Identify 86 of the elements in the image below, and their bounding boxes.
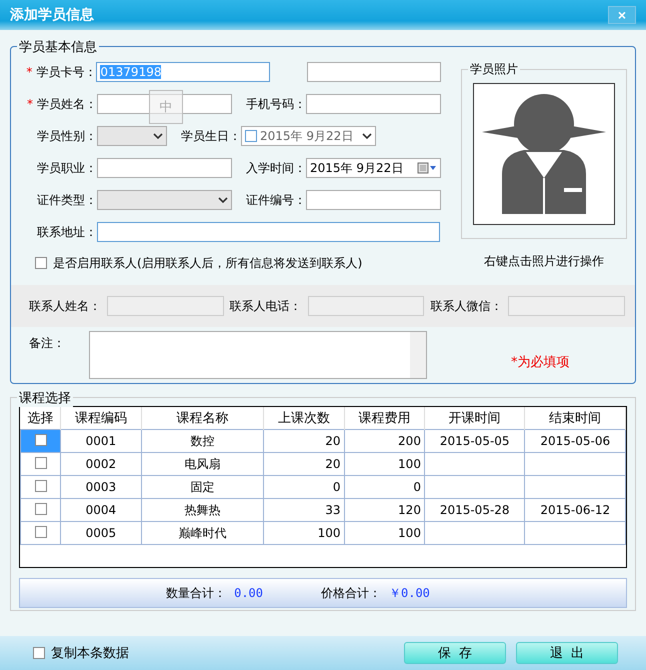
column-header[interactable]: 课程费用 — [344, 407, 424, 430]
field-label: 联系人电话： — [230, 298, 302, 314]
group-title: 课程选择 — [17, 389, 73, 407]
total-value: 0.00 — [234, 586, 263, 600]
select-cell[interactable] — [20, 498, 61, 522]
field-label: 备注： — [29, 335, 66, 352]
caret-icon[interactable] — [362, 132, 372, 140]
field-label: 学员职业： — [37, 160, 97, 174]
checkbox[interactable] — [34, 502, 47, 514]
field-label: 联系人姓名： — [29, 298, 101, 314]
field-label: 证件编号： — [246, 192, 306, 206]
select-cell[interactable] — [20, 430, 61, 452]
table-cell: 数控 — [141, 430, 264, 452]
table-cell: 0003 — [60, 476, 142, 498]
field-label: 学员生日： — [181, 128, 241, 142]
column-header[interactable]: 结束时间 — [524, 407, 626, 430]
checkbox[interactable] — [34, 526, 47, 538]
field-label: 学员性别： — [37, 128, 97, 142]
field-label: 入学时间： — [246, 160, 306, 174]
table-cell: 电风扇 — [141, 452, 264, 476]
window-title: 添加学员信息 — [10, 6, 94, 24]
table-cell: 巅峰时代 — [141, 522, 264, 544]
table-cell: 20 — [264, 430, 344, 452]
checkbox-label: 复制本条数据 — [51, 645, 129, 662]
table-cell: 100 — [264, 522, 344, 544]
table-cell: 33 — [264, 498, 344, 522]
caret-icon[interactable] — [153, 132, 163, 140]
field-label: 学员卡号： — [36, 64, 96, 78]
checkbox[interactable] — [33, 647, 45, 659]
field-label: 学员姓名： — [37, 96, 97, 110]
date-picker[interactable]: 2015年 9月22日 — [241, 126, 376, 146]
ime-indicator: 中 — [149, 90, 183, 124]
text-field[interactable] — [306, 94, 441, 114]
table-cell: 固定 — [141, 476, 264, 498]
table-cell: 200 — [344, 430, 424, 452]
select-cell[interactable] — [20, 476, 61, 498]
text-field[interactable] — [306, 190, 441, 210]
exit-button[interactable]: 退 出 — [516, 642, 618, 664]
checkbox[interactable] — [34, 434, 47, 446]
table-cell: 2015-05-28 — [424, 498, 525, 522]
text-field[interactable] — [307, 62, 441, 82]
checkbox[interactable] — [34, 480, 47, 492]
checkbox[interactable] — [35, 257, 47, 269]
column-header[interactable]: 课程名称 — [141, 407, 264, 430]
table-cell: 热舞热 — [141, 498, 264, 522]
checkbox-label: 是否启用联系人(启用联系人后，所有信息将发送到联系人) — [53, 254, 362, 272]
select-cell[interactable] — [20, 522, 61, 544]
field-label: 证件类型： — [37, 192, 97, 206]
table-cell: 2015-05-05 — [424, 430, 525, 452]
photo-hint: 右键点击照片进行操作 — [484, 253, 604, 270]
column-header[interactable]: 开课时间 — [424, 407, 525, 430]
remarks-field[interactable] — [89, 331, 427, 379]
text-field[interactable] — [97, 94, 232, 114]
caret-icon[interactable] — [218, 196, 228, 204]
table-cell: 0005 — [60, 522, 142, 544]
field-label: 手机号码： — [246, 96, 306, 110]
table-cell: 0 — [344, 476, 424, 498]
table-cell: 0004 — [60, 498, 142, 522]
column-header[interactable]: 上课次数 — [264, 407, 344, 430]
date-picker[interactable]: 2015年 9月22日 — [306, 158, 441, 178]
required-mark: * — [27, 96, 33, 110]
table-cell: 2015-05-06 — [524, 430, 626, 452]
column-header[interactable]: 课程编码 — [60, 407, 142, 430]
text-field[interactable] — [97, 158, 232, 178]
table-cell: 100 — [344, 522, 424, 544]
checkbox[interactable] — [34, 456, 47, 468]
table-cell: 20 — [264, 452, 344, 476]
group-title: 学员基本信息 — [17, 38, 99, 56]
calendar-icon[interactable] — [417, 162, 437, 174]
table-cell: 2015-06-12 — [524, 498, 626, 522]
table-cell: 120 — [344, 498, 424, 522]
address-field[interactable] — [97, 222, 440, 242]
total-label: 价格合计： — [321, 584, 381, 602]
total-label: 数量合计： — [166, 584, 226, 602]
table-cell: 100 — [344, 452, 424, 476]
field-label: 联系人微信： — [430, 298, 502, 314]
group-title: 学员照片 — [468, 61, 520, 78]
total-value: ￥0.00 — [389, 584, 430, 602]
save-button[interactable]: 保 存 — [404, 642, 506, 664]
table-cell: 0 — [264, 476, 344, 498]
required-mark: * — [26, 64, 32, 78]
table-cell: 0002 — [60, 452, 142, 476]
field-label: 联系地址： — [37, 224, 97, 238]
select-cell[interactable] — [20, 452, 61, 476]
table-cell: 0001 — [60, 430, 142, 452]
required-note: *为必填项 — [511, 354, 570, 371]
